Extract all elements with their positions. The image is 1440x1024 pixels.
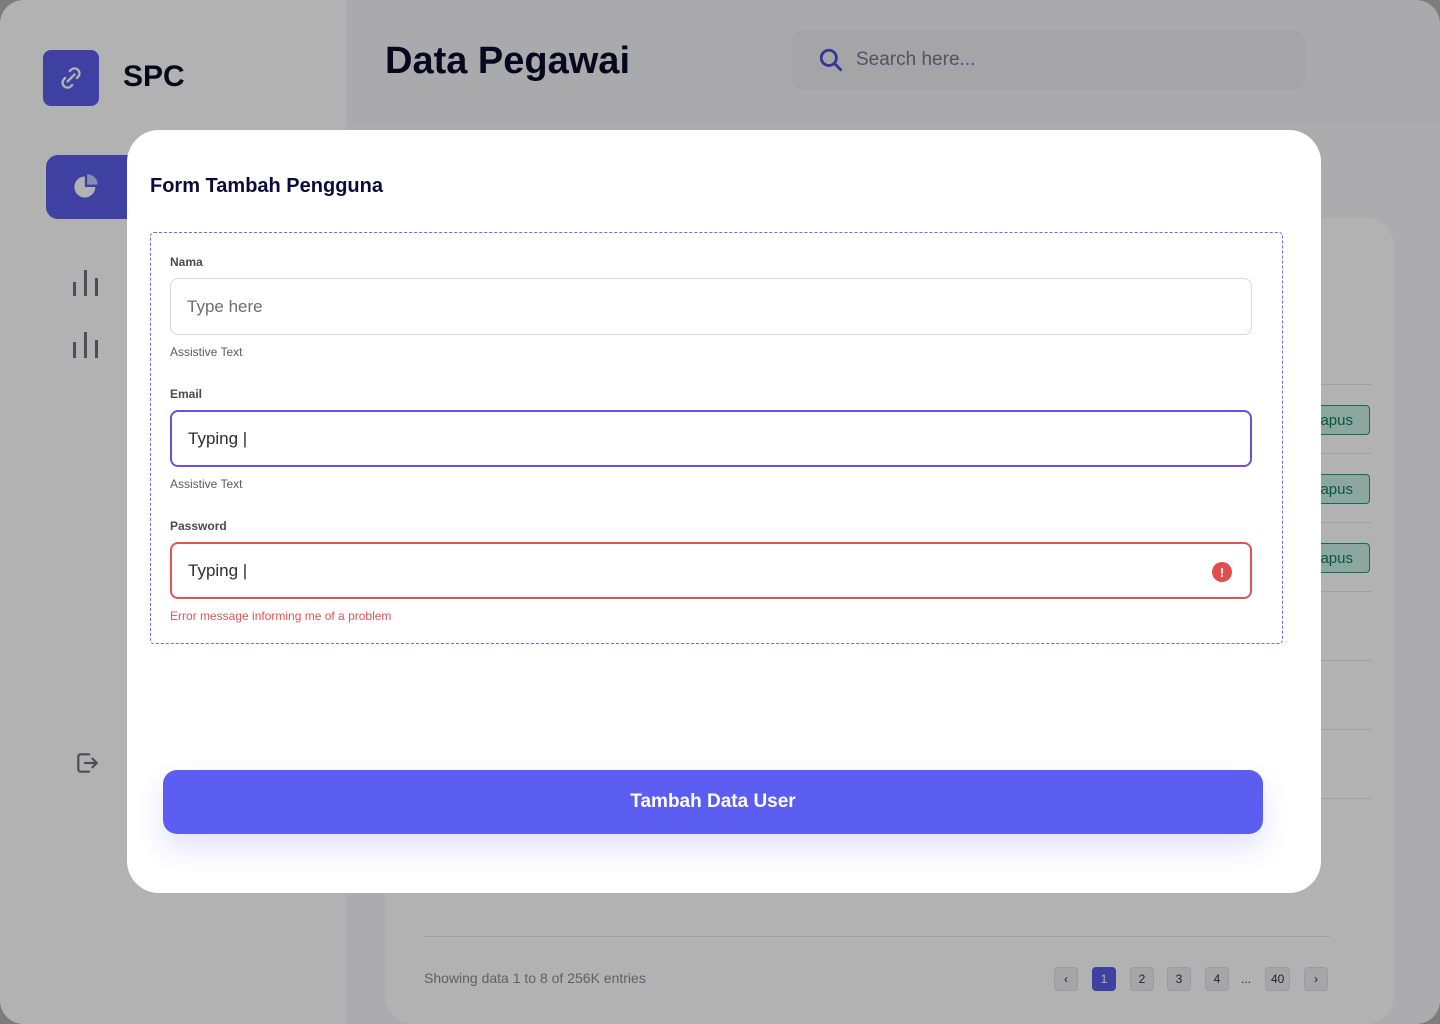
password-label: Password [170,519,227,533]
name-helper-text: Assistive Text [170,345,243,359]
add-user-button[interactable]: Tambah Data User [163,770,1263,834]
email-value: Typing | [188,428,248,448]
modal-title: Form Tambah Pengguna [150,175,383,197]
name-placeholder: Type here [187,296,263,316]
email-field[interactable]: Typing | [170,410,1252,467]
add-user-modal: Form Tambah Pengguna Nama Type here Assi… [127,130,1321,893]
name-field[interactable]: Type here [170,278,1252,335]
error-icon: ! [1212,562,1232,582]
email-helper-text: Assistive Text [170,477,243,491]
name-label: Nama [170,255,203,269]
user-form: Nama Type here Assistive Text Email Typi… [150,232,1283,644]
password-value: Typing | [188,560,248,580]
password-field[interactable]: Typing | ! [170,542,1252,599]
password-error-text: Error message informing me of a problem [170,609,392,623]
email-label: Email [170,387,203,401]
